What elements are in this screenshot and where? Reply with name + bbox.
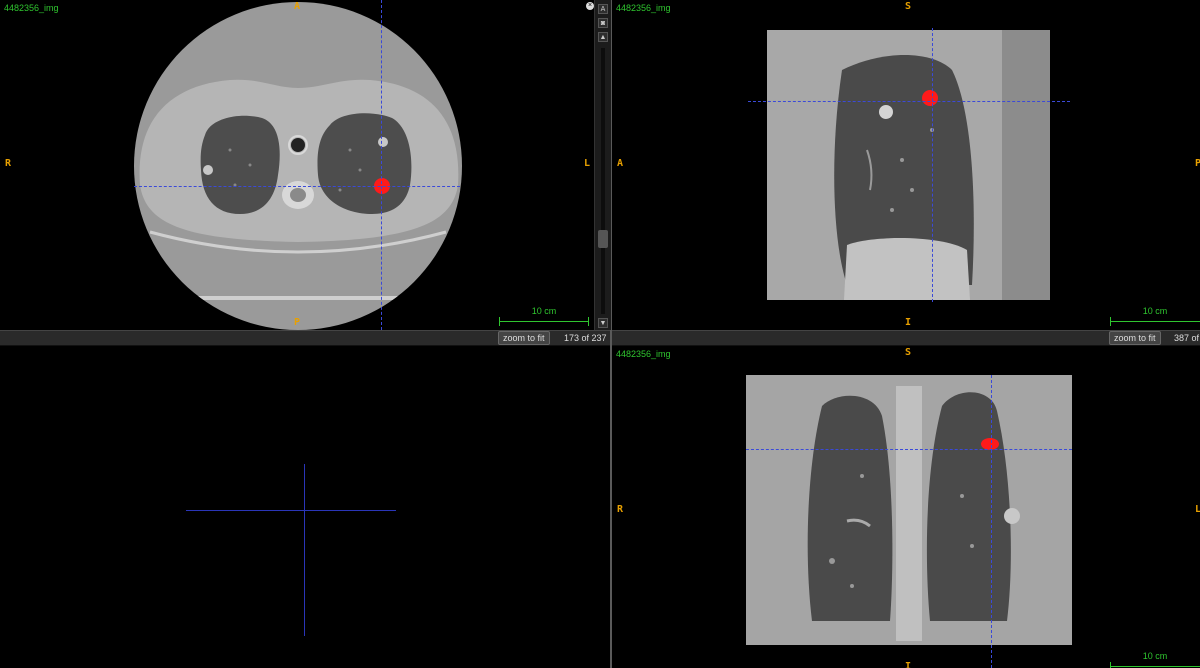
camera-icon[interactable]: ◙ <box>598 18 608 28</box>
sagittal-scale-label: 10 cm <box>1142 306 1168 316</box>
coronal-ct-image <box>746 375 1072 645</box>
axial-volume-label: 4482356_img <box>4 3 59 13</box>
close-icon[interactable]: × <box>586 2 594 10</box>
sagittal-orient-bottom: I <box>905 317 912 328</box>
coronal-scale-bar: 10 cm <box>1110 651 1200 668</box>
axial-crosshair-vertical <box>381 0 382 330</box>
axial-orient-right: L <box>584 158 591 169</box>
axial-status-bar: zoom to fit 173 of 237 <box>0 330 610 346</box>
3d-crosshair-vertical <box>304 464 305 636</box>
chevron-up-icon[interactable]: ▲ <box>598 32 608 42</box>
axial-zoom-to-fit-button[interactable]: zoom to fit <box>498 331 550 345</box>
axial-orient-bottom: P <box>294 317 301 328</box>
sagittal-view[interactable]: 4482356_img S I A P 10 cm <box>612 0 1200 330</box>
sagittal-orient-top: S <box>905 1 912 12</box>
coronal-crosshair-horizontal <box>746 449 1072 450</box>
axial-scale-bar: 10 cm <box>499 306 589 327</box>
sagittal-status-bar: zoom to fit 387 of <box>612 330 1200 346</box>
sagittal-crosshair-horizontal <box>748 101 1070 102</box>
slice-scroll-track[interactable] <box>601 48 605 314</box>
axial-ct-image <box>134 2 462 330</box>
sagittal-volume-label: 4482356_img <box>616 3 671 13</box>
axial-view[interactable]: 4482356_img A P R L 10 cm <box>0 0 594 330</box>
slice-scroll-thumb[interactable] <box>598 230 608 248</box>
coronal-orient-top: S <box>905 347 912 358</box>
3d-crosshair-horizontal <box>186 510 396 511</box>
sagittal-orient-left: A <box>617 158 624 169</box>
viewer-app: 4482356_img A P R L 10 cm × A ◙ ▲ ▼ 4482… <box>0 0 1200 668</box>
axial-scale-label: 10 cm <box>531 306 557 316</box>
coronal-orient-right: L <box>1195 504 1200 515</box>
coronal-crosshair-vertical <box>991 375 992 668</box>
coronal-orient-bottom: I <box>905 661 912 668</box>
coronal-scale-label: 10 cm <box>1142 651 1168 661</box>
coronal-orient-left: R <box>617 504 624 515</box>
annotation-toggle-button[interactable]: A <box>598 4 608 14</box>
axial-slice-counter: 173 of 237 <box>564 333 607 343</box>
axial-crosshair-horizontal <box>134 186 460 187</box>
coronal-view[interactable]: 4482356_img S I R L 10 cm <box>612 346 1200 668</box>
sagittal-orient-right: P <box>1195 158 1200 169</box>
chevron-down-icon[interactable]: ▼ <box>598 318 608 328</box>
3d-view[interactable] <box>0 346 610 668</box>
sagittal-slice-counter: 387 of <box>1174 333 1200 343</box>
axial-orient-left: R <box>5 158 12 169</box>
sagittal-scale-bar: 10 cm <box>1110 306 1200 327</box>
sagittal-crosshair-vertical <box>932 28 933 302</box>
sagittal-ct-image <box>767 30 1050 300</box>
sagittal-zoom-to-fit-button[interactable]: zoom to fit <box>1109 331 1161 345</box>
axial-slice-sidebar: × A ◙ ▲ ▼ <box>586 0 611 330</box>
axial-orient-top: A <box>294 1 301 12</box>
coronal-volume-label: 4482356_img <box>616 349 671 359</box>
